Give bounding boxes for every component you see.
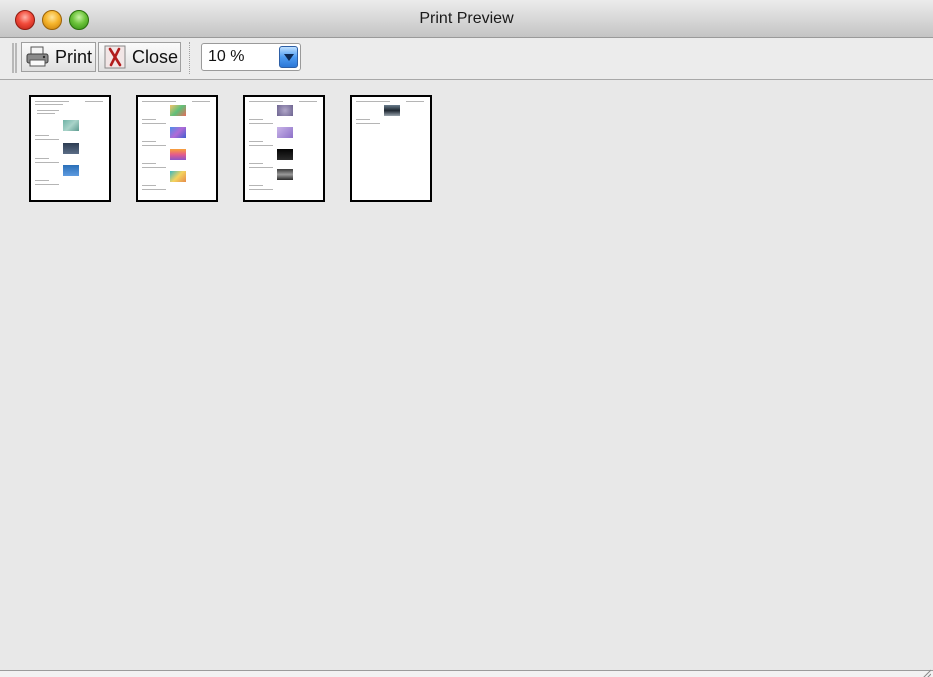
thumbnail-image [170,127,186,138]
toolbar: Print Close 10 % [0,38,933,80]
toolbar-separator [189,42,191,74]
preview-page-3[interactable] [243,95,325,202]
thumbnail-image [63,120,79,131]
thumbnail-image [170,105,186,116]
toolbar-grip[interactable] [12,43,17,73]
title-bar: Print Preview [0,0,933,38]
thumbnail-image [384,105,400,116]
window-title: Print Preview [419,10,514,27]
preview-page-4[interactable] [350,95,432,202]
thumbnail-image [63,143,79,154]
close-button[interactable]: Close [98,42,181,72]
close-label: Close [132,46,179,67]
thumbnail-image [277,105,293,116]
close-x-icon [102,44,128,70]
zoom-value: 10 % [208,48,245,65]
preview-page-2[interactable] [136,95,218,202]
thumbnail-image [277,169,293,180]
print-label: Print [55,46,93,67]
dropdown-arrow-icon[interactable] [279,46,298,68]
thumbnail-image [170,171,186,182]
printer-icon [25,44,51,70]
thumbnail-image [170,149,186,160]
print-button[interactable]: Print [21,42,96,72]
thumbnail-image [63,165,79,176]
preview-area[interactable] [8,80,933,670]
zoom-select[interactable]: 10 % [201,43,301,71]
thumbnail-image [277,127,293,138]
resize-grip-icon[interactable] [921,665,932,677]
status-bar [0,670,933,677]
thumbnail-image [277,149,293,160]
print-preview-window: Print Preview Print Close 10 % [0,0,933,677]
preview-page-1[interactable] [29,95,111,202]
